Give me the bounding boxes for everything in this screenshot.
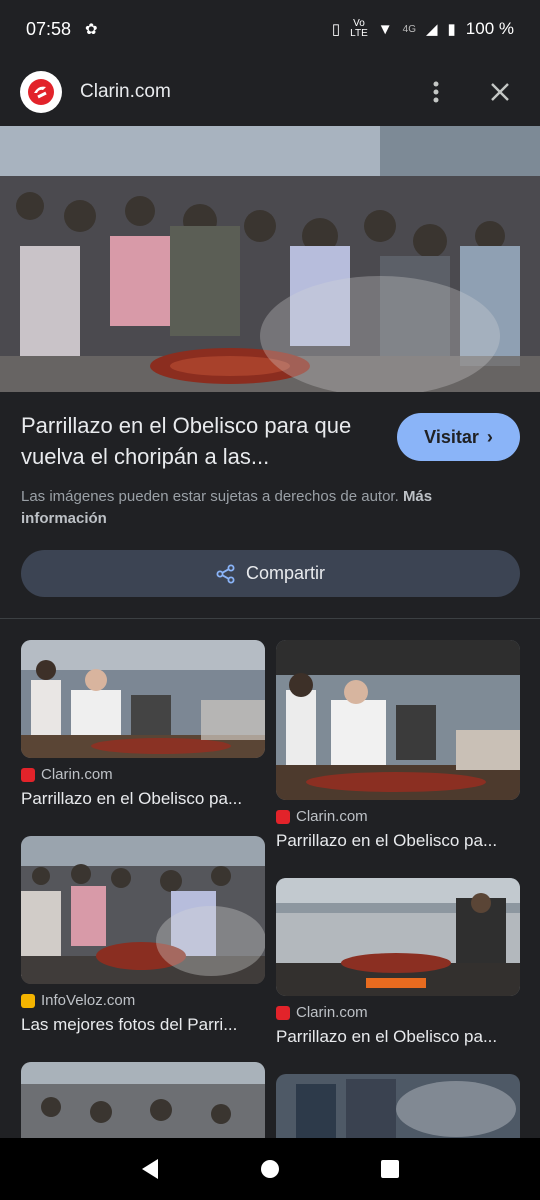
result-source: Clarin.com xyxy=(276,1004,520,1021)
source-name: Clarin.com xyxy=(41,766,113,783)
site-title[interactable]: Clarin.com xyxy=(80,81,416,103)
battery-level: 100 % xyxy=(465,19,514,38)
source-name: Clarin.com xyxy=(296,1004,368,1021)
clarin-logo-mark xyxy=(28,79,54,105)
chevron-right-icon: › xyxy=(486,426,493,447)
share-icon xyxy=(216,564,235,583)
copyright-notice: Las imágenes pueden estar sujetas a dere… xyxy=(21,486,501,530)
clarin-logo xyxy=(20,71,62,113)
related-thumbnail[interactable] xyxy=(21,640,265,758)
result-title[interactable]: Parrillazo en el Obelisco para que vuelv… xyxy=(21,410,361,472)
result-caption[interactable]: Parrillazo en el Obelisco pa... xyxy=(276,1027,520,1047)
notification-icon: ✿ xyxy=(85,21,98,38)
infoveloz-favicon xyxy=(21,993,35,1008)
battery-icon: ▮ xyxy=(447,21,456,38)
related-thumbnail[interactable] xyxy=(21,1062,265,1138)
wifi-icon: ▼ xyxy=(377,20,393,38)
related-thumbnail[interactable] xyxy=(276,1074,520,1138)
related-card[interactable]: Clarin.com Parrillazo en el Obelisco pa.… xyxy=(276,640,520,851)
clarin-favicon xyxy=(276,1005,290,1020)
source-name: Clarin.com xyxy=(296,808,368,825)
visit-label: Visitar xyxy=(424,426,479,447)
share-button[interactable]: Compartir xyxy=(21,550,520,597)
home-icon[interactable] xyxy=(260,1159,280,1179)
status-bar: 07:58 ✿ ▯ Vo LTE ▼ 4G ◢ ▮ 100 % xyxy=(0,0,540,58)
volte-indicator: Vo LTE xyxy=(350,19,368,39)
divider xyxy=(0,618,540,619)
clarin-favicon xyxy=(276,809,290,824)
related-card[interactable]: Clarin.com Parrillazo en el Obelisco pa.… xyxy=(276,878,520,1047)
viewer-header: Clarin.com xyxy=(0,60,540,124)
result-caption[interactable]: Parrillazo en el Obelisco pa... xyxy=(276,831,520,851)
close-icon[interactable] xyxy=(480,72,520,112)
clock: 07:58 xyxy=(26,18,72,39)
back-icon[interactable] xyxy=(140,1158,160,1180)
related-card[interactable]: InfoVeloz.com Las mejores fotos del Parr… xyxy=(21,836,265,1035)
share-label: Compartir xyxy=(245,563,325,583)
more-vert-icon[interactable] xyxy=(416,72,456,112)
signal-type: 4G xyxy=(402,23,416,35)
related-thumbnail[interactable] xyxy=(21,836,265,984)
system-nav-bar xyxy=(0,1138,540,1200)
result-caption[interactable]: Parrillazo en el Obelisco pa... xyxy=(21,789,265,809)
network-type: LTE xyxy=(350,28,368,39)
visit-button[interactable]: Visitar › xyxy=(397,413,520,461)
signal-icon: ◢ xyxy=(425,21,438,38)
vibrate-icon: ▯ xyxy=(331,21,341,38)
related-thumbnail[interactable] xyxy=(276,878,520,996)
related-thumbnail[interactable] xyxy=(276,640,520,800)
result-caption[interactable]: Las mejores fotos del Parri... xyxy=(21,1015,265,1035)
copyright-text: Las imágenes pueden estar sujetas a dere… xyxy=(21,488,399,505)
source-name: InfoVeloz.com xyxy=(41,992,136,1009)
clarin-favicon xyxy=(21,767,35,782)
result-source: InfoVeloz.com xyxy=(21,992,265,1009)
result-source: Clarin.com xyxy=(21,766,265,783)
recents-icon[interactable] xyxy=(380,1159,400,1179)
related-card[interactable]: Clarin.com Parrillazo en el Obelisco pa.… xyxy=(21,640,265,809)
hero-image[interactable] xyxy=(0,126,540,392)
result-source: Clarin.com xyxy=(276,808,520,825)
